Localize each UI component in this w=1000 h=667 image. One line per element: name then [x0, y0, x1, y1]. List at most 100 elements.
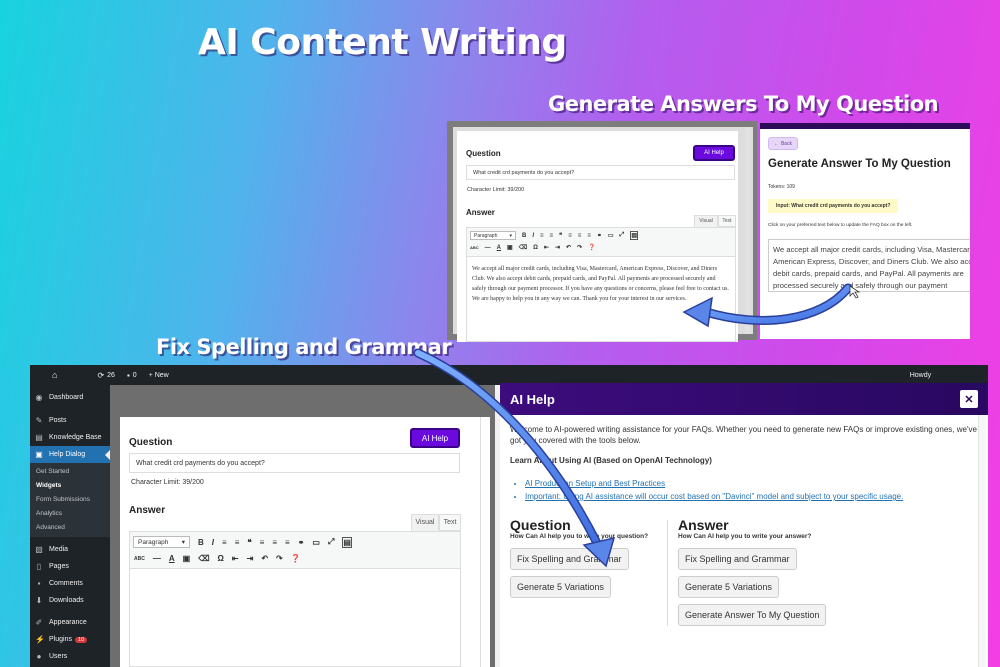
generate-answer-button[interactable]: Generate Answer To My Question: [678, 604, 827, 626]
comments-count[interactable]: 0: [133, 372, 137, 379]
italic-icon[interactable]: I: [212, 538, 214, 547]
clear-format-icon[interactable]: ⌫: [519, 244, 527, 251]
tab-text[interactable]: Text: [439, 514, 461, 531]
horizontal-line-icon[interactable]: —: [485, 245, 491, 251]
align-left-icon[interactable]: ≡: [568, 233, 572, 239]
modal-scrollbar[interactable]: [978, 415, 986, 667]
help-icon[interactable]: ❓: [588, 244, 595, 251]
chevron-down-icon: ▾: [509, 232, 512, 239]
question-input[interactable]: What credit crd payments do you accept?: [129, 453, 460, 473]
answer-editor[interactable]: We accept all major credit cards, includ…: [466, 257, 736, 342]
align-right-icon[interactable]: ≡: [285, 538, 290, 547]
indent-icon[interactable]: ⇥: [247, 554, 254, 563]
question-generate-variations-button[interactable]: Generate 5 Variations: [510, 576, 611, 598]
ai-help-button[interactable]: AI Help: [693, 145, 735, 161]
align-center-icon[interactable]: ≡: [272, 538, 277, 547]
link-icon[interactable]: ⚭: [597, 232, 602, 239]
bold-icon[interactable]: B: [198, 538, 204, 547]
sidebar-label: Knowledge Base: [49, 434, 102, 441]
submenu-analytics[interactable]: Analytics: [30, 507, 110, 521]
sidebar-item-comments[interactable]: ▪ Comments: [30, 575, 110, 592]
sidebar-item-media[interactable]: ▧ Media: [30, 541, 110, 558]
blockquote-icon[interactable]: ❝: [247, 538, 251, 547]
howdy-link[interactable]: Howdy: [910, 372, 931, 379]
answer-editor[interactable]: [129, 569, 461, 667]
numbered-list-icon[interactable]: ≡: [550, 233, 554, 239]
tab-visual[interactable]: Visual: [411, 514, 439, 531]
plugins-badge: 10: [74, 636, 88, 643]
link-ai-setup[interactable]: AI Production Setup and Best Practices: [525, 478, 978, 489]
answer-fix-spelling-button[interactable]: Fix Spelling and Grammar: [678, 548, 797, 570]
text-color-icon[interactable]: A: [169, 554, 175, 563]
read-more-icon[interactable]: ▭: [312, 538, 320, 547]
submenu-form-submissions[interactable]: Form Submissions: [30, 493, 110, 507]
back-button[interactable]: ← Back: [768, 137, 798, 150]
align-left-icon[interactable]: ≡: [260, 538, 265, 547]
sidebar-item-dashboard[interactable]: ◉ Dashboard: [30, 389, 110, 406]
tab-visual[interactable]: Visual: [694, 215, 718, 227]
link-icon[interactable]: ⚭: [298, 538, 305, 547]
close-icon[interactable]: ✕: [960, 390, 978, 408]
submenu-widgets[interactable]: Widgets: [30, 479, 110, 493]
indent-icon[interactable]: ⇥: [555, 244, 560, 251]
generate-answers-title: Generate Answers To My Question: [548, 92, 939, 116]
toolbar-toggle-icon[interactable]: ▤: [342, 536, 352, 548]
home-icon[interactable]: ⌂: [52, 370, 57, 380]
outdent-icon[interactable]: ⇤: [544, 244, 549, 251]
align-right-icon[interactable]: ≡: [587, 233, 591, 239]
undo-icon[interactable]: ↶: [566, 244, 571, 251]
bullet-list-icon[interactable]: ≡: [540, 233, 544, 239]
answer-generate-variations-button[interactable]: Generate 5 Variations: [678, 576, 779, 598]
help-dialog-submenu: Get Started Widgets Form Submissions Ana…: [30, 463, 110, 537]
read-more-icon[interactable]: ▭: [608, 232, 614, 239]
updates-icon[interactable]: ⟳: [97, 371, 104, 380]
answer-label: Answer: [129, 505, 166, 516]
text-color-icon[interactable]: A: [497, 245, 501, 251]
italic-icon[interactable]: I: [532, 233, 534, 239]
special-char-icon[interactable]: Ω: [533, 245, 538, 251]
fullscreen-icon[interactable]: ⤢: [328, 537, 334, 547]
numbered-list-icon[interactable]: ≡: [235, 538, 240, 547]
special-char-icon[interactable]: Ω: [218, 554, 224, 563]
question-input[interactable]: What credit crd payments do you accept?: [466, 165, 735, 180]
redo-icon[interactable]: ↷: [276, 554, 283, 563]
sidebar-item-plugins[interactable]: ⚡ Plugins 10: [30, 631, 110, 648]
sidebar-item-users[interactable]: ● Users: [30, 648, 110, 665]
paste-text-icon[interactable]: ▣: [507, 244, 513, 251]
sidebar-item-pages[interactable]: ▯ Pages: [30, 558, 110, 575]
paste-text-icon[interactable]: ▣: [183, 554, 191, 563]
sidebar-item-knowledge-base[interactable]: ▤ Knowledge Base: [30, 429, 110, 446]
updates-count[interactable]: 26: [107, 372, 115, 379]
fullscreen-icon[interactable]: ⤢: [620, 232, 625, 239]
submenu-get-started[interactable]: Get Started: [30, 465, 110, 479]
new-link[interactable]: + New: [149, 372, 169, 379]
align-center-icon[interactable]: ≡: [578, 233, 582, 239]
scrollbar[interactable]: [480, 417, 490, 667]
bullet-list-icon[interactable]: ≡: [222, 538, 227, 547]
help-icon[interactable]: ❓: [291, 554, 301, 563]
submenu-advanced[interactable]: Advanced: [30, 521, 110, 535]
toolbar-toggle-icon[interactable]: ▤: [630, 231, 639, 240]
outdent-icon[interactable]: ⇤: [232, 554, 239, 563]
result-option[interactable]: We accept all major credit cards, includ…: [768, 239, 970, 292]
question-fix-spelling-button[interactable]: Fix Spelling and Grammar: [510, 548, 629, 570]
strikethrough-icon[interactable]: ABC: [134, 556, 145, 562]
redo-icon[interactable]: ↷: [577, 244, 582, 251]
paragraph-select[interactable]: Paragraph ▾: [133, 536, 190, 548]
sidebar-item-downloads[interactable]: ⬇ Downloads: [30, 592, 110, 609]
undo-icon[interactable]: ↶: [261, 554, 268, 563]
link-cost-notice[interactable]: Important: Using AI assistance will occu…: [525, 491, 978, 502]
bold-icon[interactable]: B: [522, 233, 526, 239]
sidebar-item-help-dialog[interactable]: ▣ Help Dialog: [30, 446, 110, 463]
paragraph-select[interactable]: Paragraph ▾: [470, 231, 516, 240]
sidebar-item-posts[interactable]: ✎ Posts: [30, 412, 110, 429]
blockquote-icon[interactable]: ❝: [559, 232, 562, 239]
comment-icon[interactable]: ▪: [127, 371, 130, 380]
strikethrough-icon[interactable]: ABC: [470, 245, 479, 250]
clear-format-icon[interactable]: ⌫: [198, 554, 209, 563]
ai-help-button[interactable]: AI Help: [410, 428, 460, 448]
scrollbar[interactable]: [745, 127, 750, 334]
sidebar-item-appearance[interactable]: ✐ Appearance: [30, 614, 110, 631]
tab-text[interactable]: Text: [718, 215, 736, 227]
horizontal-line-icon[interactable]: —: [153, 554, 161, 563]
